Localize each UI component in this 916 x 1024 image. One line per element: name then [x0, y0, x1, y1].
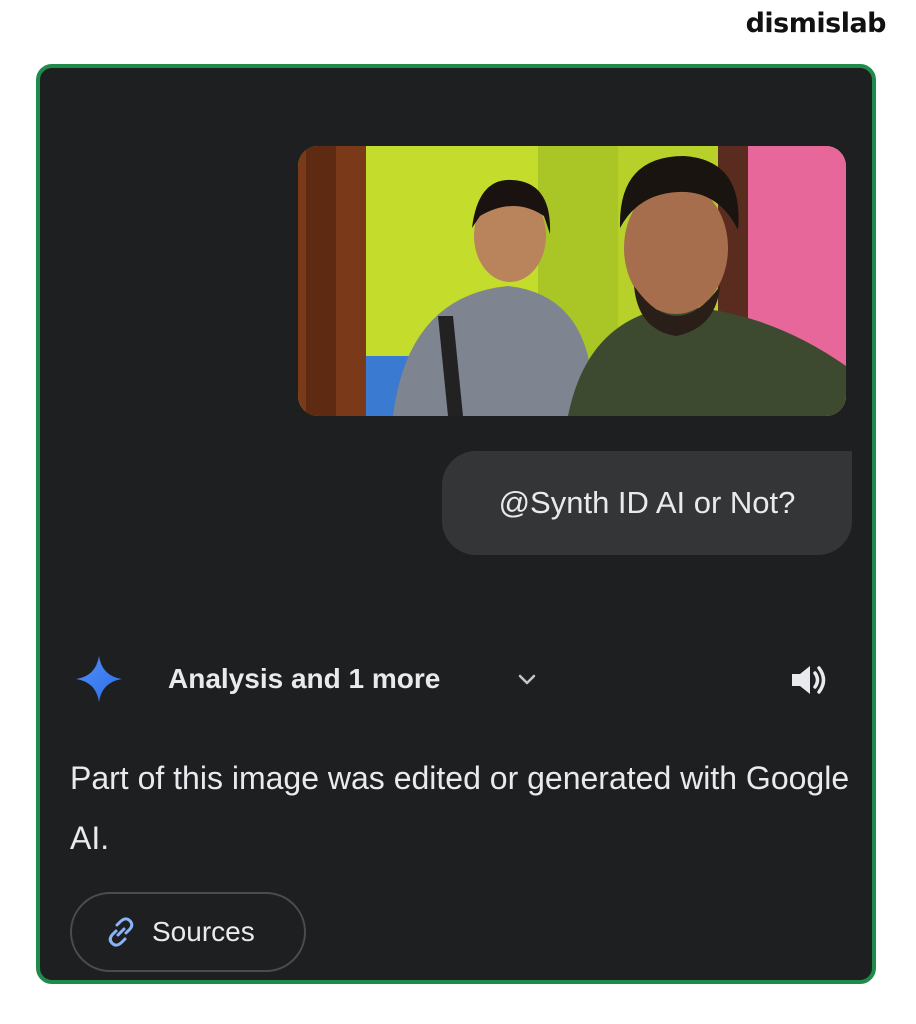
uploaded-photo[interactable]: [298, 146, 846, 416]
user-prompt-bubble: @Synth ID AI or Not?: [442, 451, 852, 555]
speaker-icon[interactable]: [788, 660, 830, 700]
chat-card: @Synth ID AI or Not? Analysis and 1 more: [36, 64, 876, 984]
photo-illustration: [298, 146, 846, 416]
gemini-sparkle-icon: [76, 656, 122, 702]
sources-button[interactable]: Sources: [70, 892, 306, 972]
sources-label: Sources: [152, 916, 255, 947]
link-icon: [108, 917, 134, 947]
response-text: Part of this image was edited or generat…: [70, 760, 850, 856]
user-prompt-text: @Synth ID AI or Not?: [498, 485, 796, 520]
chevron-down-icon[interactable]: [512, 664, 542, 694]
response-header: Analysis and 1 more: [74, 654, 834, 704]
page: dismislab @Synth ID AI or Not? Analysis …: [0, 0, 916, 1024]
thought-summary-label[interactable]: Analysis and 1 more: [168, 662, 440, 696]
brand-logo: dismislab: [745, 8, 887, 39]
